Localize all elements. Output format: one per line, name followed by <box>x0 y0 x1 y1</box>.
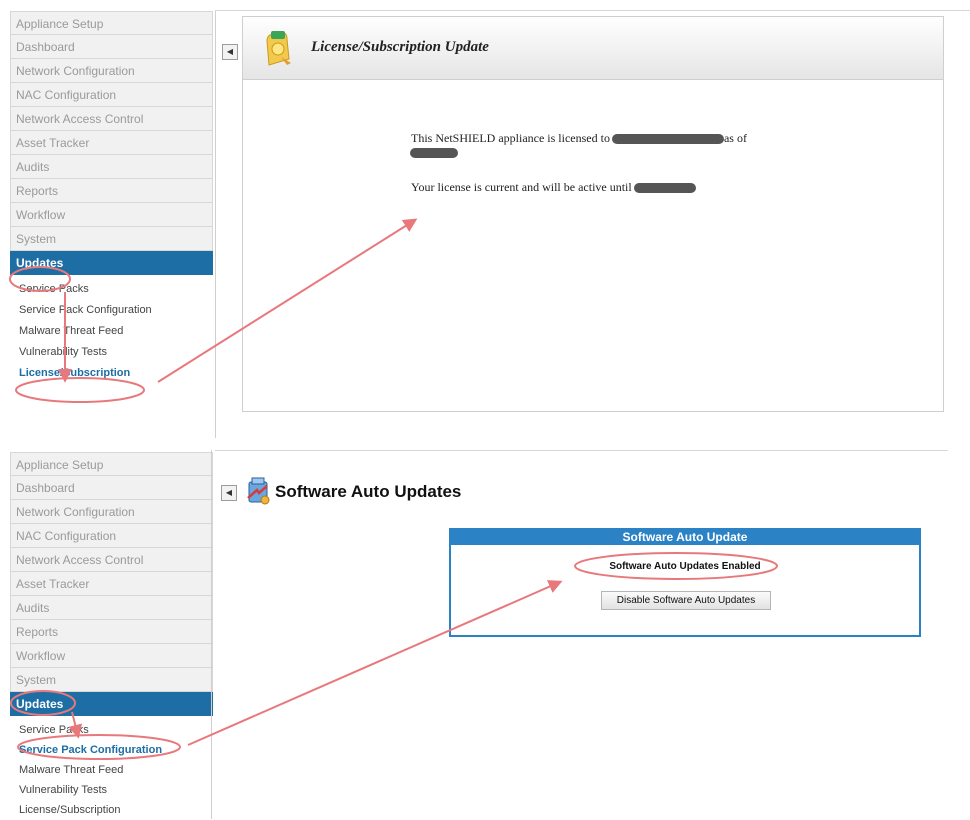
license-status: Your license is current and will be acti… <box>411 180 696 195</box>
nav-workflow[interactable]: Workflow <box>10 203 213 227</box>
license-line1-start: This NetSHIELD appliance is licensed to <box>411 131 610 145</box>
top-border <box>215 450 948 451</box>
license-panel: License/Subscription Update <box>242 16 944 412</box>
subnav-service-packs[interactable]: Service Packs <box>10 279 213 300</box>
license-icon <box>266 31 291 66</box>
subnav-service-pack-configuration[interactable]: Service Pack Configuration <box>10 740 213 760</box>
nav-network-access-control[interactable]: Network Access Control <box>10 107 213 131</box>
subnav-vulnerability-tests[interactable]: Vulnerability Tests <box>10 780 213 800</box>
nav-network-configuration[interactable]: Network Configuration <box>10 500 213 524</box>
top-subnav-list: Service Packs Service Pack Configuration… <box>10 275 213 384</box>
bottom-sidebar: Appliance Setup Dashboard Network Config… <box>10 452 213 820</box>
subnav-license-subscription[interactable]: License/Subscription <box>10 800 213 820</box>
license-screenshot-panel: Appliance Setup Dashboard Network Config… <box>0 0 970 440</box>
license-panel-header: License/Subscription Update <box>243 17 943 80</box>
nav-appliance-setup[interactable]: Appliance Setup <box>10 452 213 476</box>
nav-nac-configuration[interactable]: NAC Configuration <box>10 83 213 107</box>
sidebar-divider <box>211 450 212 819</box>
subnav-malware-threat-feed[interactable]: Malware Threat Feed <box>10 321 213 342</box>
subnav-vulnerability-tests[interactable]: Vulnerability Tests <box>10 342 213 363</box>
bottom-subnav-list: Service Packs Service Pack Configuration… <box>10 716 213 820</box>
subnav-service-pack-configuration[interactable]: Service Pack Configuration <box>10 300 213 321</box>
redacted-expiry <box>633 183 696 194</box>
status-text: Software Auto Updates Enabled <box>609 561 761 572</box>
subnav-license-subscription[interactable]: License/Subscription <box>10 363 213 384</box>
collapse-arrow-icon[interactable]: ◀ <box>222 44 238 60</box>
nav-system[interactable]: System <box>10 227 213 251</box>
bottom-nav-list: Appliance Setup Dashboard Network Config… <box>10 452 213 716</box>
redacted-licensee <box>611 134 724 145</box>
nav-reports[interactable]: Reports <box>10 620 213 644</box>
subnav-service-packs[interactable]: Service Packs <box>10 720 213 740</box>
nav-nac-configuration[interactable]: NAC Configuration <box>10 524 213 548</box>
subnav-malware-threat-feed[interactable]: Malware Threat Feed <box>10 760 213 780</box>
nav-dashboard[interactable]: Dashboard <box>10 476 213 500</box>
nav-updates[interactable]: Updates <box>10 692 213 716</box>
nav-asset-tracker[interactable]: Asset Tracker <box>10 572 213 596</box>
nav-audits[interactable]: Audits <box>10 596 213 620</box>
top-sidebar: Appliance Setup Dashboard Network Config… <box>10 11 213 384</box>
nav-updates[interactable]: Updates <box>10 251 213 275</box>
redacted-date <box>410 148 458 158</box>
nav-asset-tracker[interactable]: Asset Tracker <box>10 131 213 155</box>
license-statement: This NetSHIELD appliance is licensed to a… <box>411 131 747 146</box>
nav-appliance-setup[interactable]: Appliance Setup <box>10 11 213 35</box>
nav-network-configuration[interactable]: Network Configuration <box>10 59 213 83</box>
top-border <box>215 10 970 11</box>
nav-reports[interactable]: Reports <box>10 179 213 203</box>
page-title: Software Auto Updates <box>275 482 462 501</box>
nav-dashboard[interactable]: Dashboard <box>10 35 213 59</box>
nav-workflow[interactable]: Workflow <box>10 644 213 668</box>
disable-auto-updates-button[interactable]: Disable Software Auto Updates <box>601 591 771 610</box>
software-auto-update-panel: Software Auto Update Software Auto Updat… <box>449 528 921 637</box>
software-update-icon <box>247 477 270 505</box>
nav-audits[interactable]: Audits <box>10 155 213 179</box>
license-line2: Your license is current and will be acti… <box>411 180 632 194</box>
nav-network-access-control[interactable]: Network Access Control <box>10 548 213 572</box>
nav-system[interactable]: System <box>10 668 213 692</box>
panel-header: Software Auto Update <box>451 530 919 545</box>
license-line1-end: as of <box>723 131 747 145</box>
top-nav-list: Appliance Setup Dashboard Network Config… <box>10 11 213 275</box>
sidebar-divider <box>215 10 216 438</box>
page-title: License/Subscription Update <box>311 39 489 55</box>
collapse-arrow-icon[interactable]: ◀ <box>221 485 237 501</box>
